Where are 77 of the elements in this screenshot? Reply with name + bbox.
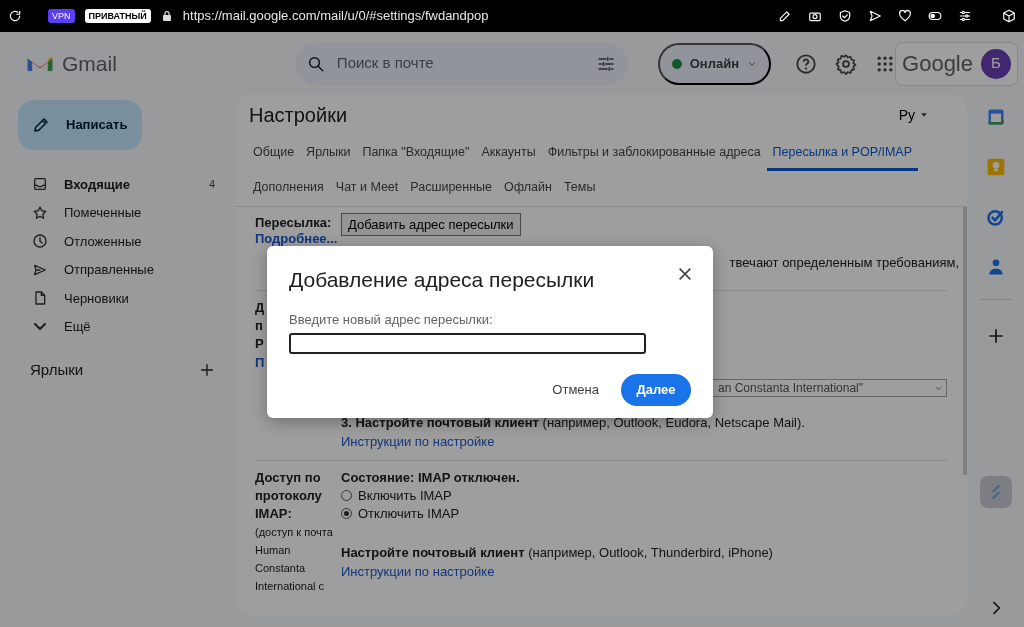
instruction-text: 3. Настройте почтовый клиент (например, Outlook, Eudora, Netscape Mail). — [341, 414, 806, 432]
settings-tab[interactable]: Пересылка и POP/IMAP — [766, 136, 919, 171]
status-text: Состояние: IMAP отключен. — [341, 468, 521, 487]
dialog-title: Добавление адреса пересылки — [289, 267, 595, 293]
inbox-icon — [32, 176, 48, 193]
file-icon — [32, 290, 48, 307]
next-button[interactable]: Далее — [621, 374, 691, 406]
settings-tab[interactable]: Темы — [557, 170, 602, 206]
field-label: Введите новый адрес пересылки: — [289, 310, 494, 329]
settings-tab[interactable]: Фильтры и заблокированные адреса — [541, 136, 767, 171]
app-name[interactable]: Gmail — [62, 47, 117, 80]
camera-icon[interactable] — [808, 9, 822, 23]
section-label: P — [255, 335, 264, 353]
send-icon[interactable] — [868, 9, 882, 23]
settings-tab[interactable]: Расширенные — [404, 170, 499, 206]
help-icon[interactable] — [795, 52, 818, 75]
sidebar-item[interactable]: Входящие 4 — [0, 170, 235, 199]
settings-tab[interactable]: Офлайн — [498, 170, 558, 206]
status-dot — [671, 58, 682, 69]
add-forwarding-button[interactable]: Добавить адрес пересылки — [341, 212, 521, 236]
settings-tab[interactable]: Аккаунты — [475, 136, 542, 171]
sidebar-item[interactable]: Отправленные — [0, 255, 235, 284]
settings-tab[interactable]: Папка "Входящие" — [356, 136, 476, 171]
page-title: Настройки — [249, 103, 348, 128]
search-icon[interactable] — [306, 54, 325, 73]
shield-icon[interactable] — [838, 9, 852, 23]
sidebar-item[interactable]: Отложенные — [0, 227, 235, 256]
chevron-down-icon — [34, 323, 46, 331]
sidebar-item[interactable]: Помеченные — [0, 198, 235, 227]
search-bar[interactable]: Поиск в почте — [294, 42, 628, 85]
section-note: (доступ к почта Human Constanta International с — [255, 524, 334, 594]
avatar[interactable]: Б — [981, 48, 1011, 79]
close-icon — [677, 266, 693, 282]
settings-tab[interactable]: Чат и Meet — [329, 170, 405, 206]
learn-more-link[interactable]: Подробнее... — [255, 231, 338, 245]
settings-tab[interactable]: Дополнения — [247, 170, 330, 206]
check-circle-icon[interactable] — [985, 207, 1006, 227]
section-label: Доступ по протоколу IMAP: — [255, 468, 323, 523]
search-input[interactable]: Поиск в почте — [334, 51, 586, 76]
account-switcher[interactable]: Google Б — [895, 41, 1018, 86]
star-icon — [32, 204, 48, 221]
settings-icon[interactable] — [835, 52, 858, 75]
instructions-link[interactable]: Инструкции по настройке — [341, 563, 495, 579]
cube-icon[interactable] — [1002, 9, 1016, 23]
address-bar[interactable]: https://mail.google.com/mail/u/0/#settings/fwdandpop — [182, 6, 489, 26]
section-label: Д — [255, 299, 265, 317]
status-button[interactable]: Онлайн — [657, 42, 772, 85]
lock-icon — [160, 10, 173, 22]
compose-button[interactable]: Написать — [18, 100, 142, 150]
section-label: Пересылка: — [255, 213, 332, 232]
help-link[interactable]: П — [255, 353, 265, 373]
reload-icon[interactable] — [8, 9, 22, 23]
sidebar-item[interactable]: Ещё — [0, 312, 235, 341]
labels-heading: Ярлыки — [30, 360, 85, 380]
vpn-badge: VPN — [48, 9, 75, 23]
sidebar-item[interactable]: Черновики — [0, 284, 235, 313]
edit-icon[interactable] — [778, 9, 792, 23]
radio-option[interactable]: Включить IMAP — [341, 486, 947, 505]
pencil-icon — [32, 116, 50, 134]
address-input[interactable] — [289, 333, 646, 354]
clock-icon — [32, 233, 48, 250]
language-selector[interactable]: Ру — [892, 103, 935, 127]
instruction-text: Настройте почтовый клиент (например, Outlook, Thunderbird, iPhone) — [341, 543, 774, 562]
toggle-icon[interactable] — [928, 9, 942, 23]
heart-icon[interactable] — [898, 9, 912, 23]
sliders-icon[interactable] — [958, 9, 972, 23]
close-button[interactable] — [677, 266, 693, 282]
cancel-button[interactable]: Отмена — [552, 380, 599, 400]
instructions-link[interactable]: Инструкции по настройке — [341, 434, 495, 449]
settings-tab[interactable]: Общие — [247, 136, 301, 171]
description-text: твечают определенным требованиям, — [729, 255, 959, 270]
radio-option[interactable]: Отключить IMAP — [341, 504, 947, 523]
settings-tab[interactable]: Ярлыки — [300, 136, 357, 171]
add-icon[interactable] — [199, 362, 215, 379]
private-badge: ПРИВАТНЫЙ — [84, 9, 151, 23]
section-label: п — [255, 317, 263, 335]
account-brand: Google — [902, 50, 973, 78]
